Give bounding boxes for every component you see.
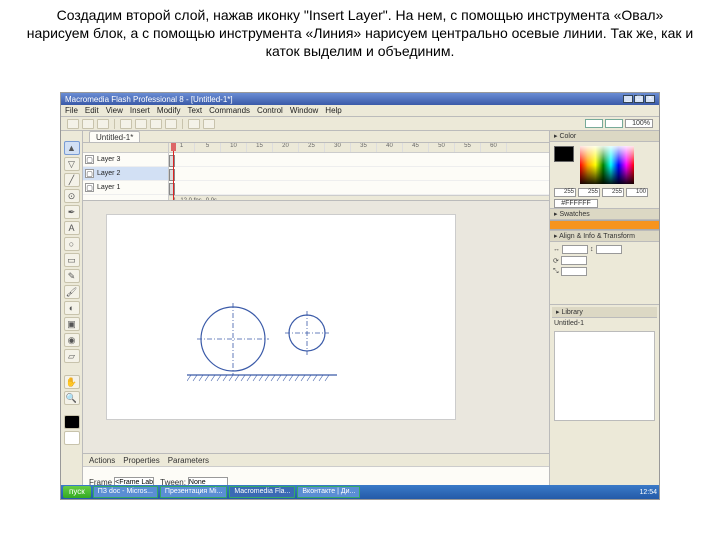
flash-app-window: Macromedia Flash Professional 8 - [Untit… (60, 92, 660, 500)
menu-control[interactable]: Control (257, 106, 283, 115)
drawing-content (187, 297, 387, 397)
layer-icon: ▢ (85, 183, 94, 192)
eyedrop-tool[interactable]: ◉ (64, 333, 80, 347)
oval-tool[interactable]: ○ (64, 237, 80, 251)
menu-insert[interactable]: Insert (130, 106, 150, 115)
minimize-button[interactable]: _ (623, 95, 633, 103)
document-tabs: Untitled-1* (83, 131, 549, 143)
undo-button[interactable] (188, 119, 200, 129)
taskbar: пуск ПЗ doc - Micros... Презентация Mi..… (61, 485, 659, 499)
redo-button[interactable] (203, 119, 215, 129)
stage[interactable] (107, 215, 455, 419)
menubar: File Edit View Insert Modify Text Comman… (61, 105, 659, 117)
subselect-tool[interactable]: ▽ (64, 157, 80, 171)
window-title: Macromedia Flash Professional 8 - [Untit… (65, 95, 233, 104)
fit-button[interactable] (585, 119, 603, 128)
stroke-color[interactable] (64, 415, 80, 429)
b-field[interactable]: 255 (602, 188, 624, 197)
print-button[interactable] (120, 119, 132, 129)
actions-tab[interactable]: Actions (89, 456, 115, 465)
transform-header[interactable]: ▸ Align & Info & Transform (550, 231, 659, 242)
menu-text[interactable]: Text (187, 106, 202, 115)
zoom-tool[interactable]: 🔍 (64, 391, 80, 405)
hex-field[interactable]: #FFFFFF (554, 199, 598, 208)
layer-name: Layer 1 (97, 184, 120, 191)
eraser-tool[interactable]: ▱ (64, 349, 80, 363)
frames-area[interactable]: 1 5 10 15 20 25 30 35 40 45 50 55 (169, 143, 549, 200)
layer-name: Layer 2 (97, 170, 120, 177)
start-button[interactable]: пуск (63, 486, 91, 498)
layer-row[interactable]: ▢ Layer 2 (83, 167, 168, 181)
system-tray[interactable]: 12:54 (639, 489, 657, 496)
bucket-tool[interactable]: ▣ (64, 317, 80, 331)
tools-panel: ▲ ▽ ╱ ⊙ ✒ A ○ ▭ ✎ 🖌 ◐ ▣ ◉ ▱ ✋ 🔍 (61, 131, 83, 499)
menu-edit[interactable]: Edit (85, 106, 99, 115)
task-item[interactable]: Macromedia Fla... (229, 486, 295, 498)
menu-file[interactable]: File (65, 106, 78, 115)
parameters-tab[interactable]: Parameters (168, 456, 209, 465)
playhead[interactable] (173, 143, 174, 200)
main-toolbar: 100% (61, 117, 659, 131)
open-button[interactable] (82, 119, 94, 129)
stage-area[interactable] (83, 201, 549, 453)
layer-row[interactable]: ▢ Layer 3 (83, 153, 168, 167)
properties-tab[interactable]: Properties (123, 456, 159, 465)
menu-commands[interactable]: Commands (209, 106, 250, 115)
timeline-panel: ▢ Layer 3 ▢ Layer 2 ▢ Layer 1 (83, 143, 549, 201)
menu-modify[interactable]: Modify (157, 106, 181, 115)
copy-button[interactable] (150, 119, 162, 129)
menu-help[interactable]: Help (325, 106, 341, 115)
menu-view[interactable]: View (106, 106, 123, 115)
task-item[interactable]: Презентация Mi... (160, 486, 227, 498)
swatches-header[interactable]: ▸ Swatches (550, 209, 659, 220)
r-field[interactable]: 255 (554, 188, 576, 197)
right-panels: ▸ Color 255 255 255 100 #FFFFFF (549, 131, 659, 499)
layer-row[interactable]: ▢ Layer 1 (83, 181, 168, 195)
line-tool[interactable]: ╱ (64, 173, 80, 187)
zoom-field[interactable]: 100% (625, 119, 653, 128)
new-button[interactable] (67, 119, 79, 129)
titlebar: Macromedia Flash Professional 8 - [Untit… (61, 93, 659, 105)
rect-tool[interactable]: ▭ (64, 253, 80, 267)
rotate-field[interactable] (561, 256, 587, 265)
maximize-button[interactable]: □ (634, 95, 644, 103)
tab-untitled[interactable]: Untitled-1* (89, 131, 140, 142)
paste-button[interactable] (165, 119, 177, 129)
layer-icon: ▢ (85, 169, 94, 178)
menu-window[interactable]: Window (290, 106, 318, 115)
layer-icon: ▢ (85, 155, 94, 164)
ink-tool[interactable]: ◐ (64, 301, 80, 315)
brush-tool[interactable]: 🖌 (64, 285, 80, 299)
color-panel-header[interactable]: ▸ Color (550, 131, 659, 142)
layer-list: ▢ Layer 3 ▢ Layer 2 ▢ Layer 1 (83, 143, 169, 200)
cut-button[interactable] (135, 119, 147, 129)
pencil-tool[interactable]: ✎ (64, 269, 80, 283)
task-item[interactable]: Вконтакте | Ди... (297, 486, 360, 498)
library-doc-name: Untitled-1 (552, 318, 657, 329)
pen-tool[interactable]: ✒ (64, 205, 80, 219)
lasso-tool[interactable]: ⊙ (64, 189, 80, 203)
slide-caption: Создадим второй слой, нажав иконку "Inse… (0, 0, 720, 65)
layer-name: Layer 3 (97, 156, 120, 163)
skew-field[interactable] (561, 267, 587, 276)
task-item[interactable]: ПЗ doc - Micros... (93, 486, 158, 498)
height-field[interactable] (596, 245, 622, 254)
fill-color[interactable] (64, 431, 80, 445)
hand-tool[interactable]: ✋ (64, 375, 80, 389)
color-picker[interactable] (580, 146, 634, 184)
show-all-button[interactable] (605, 119, 623, 128)
text-tool[interactable]: A (64, 221, 80, 235)
stroke-swatch[interactable] (554, 146, 574, 162)
save-button[interactable] (97, 119, 109, 129)
width-field[interactable] (562, 245, 588, 254)
swatch-sample[interactable] (550, 220, 659, 230)
close-button[interactable]: × (645, 95, 655, 103)
g-field[interactable]: 255 (578, 188, 600, 197)
selection-tool[interactable]: ▲ (64, 141, 80, 155)
timeline-footer: 1 12.0 fps 0.0s (169, 195, 549, 200)
alpha-field[interactable]: 100 (626, 188, 648, 197)
library-header[interactable]: ▸ Library (552, 307, 657, 318)
library-preview (554, 331, 655, 421)
tray-time: 12:54 (639, 489, 657, 496)
